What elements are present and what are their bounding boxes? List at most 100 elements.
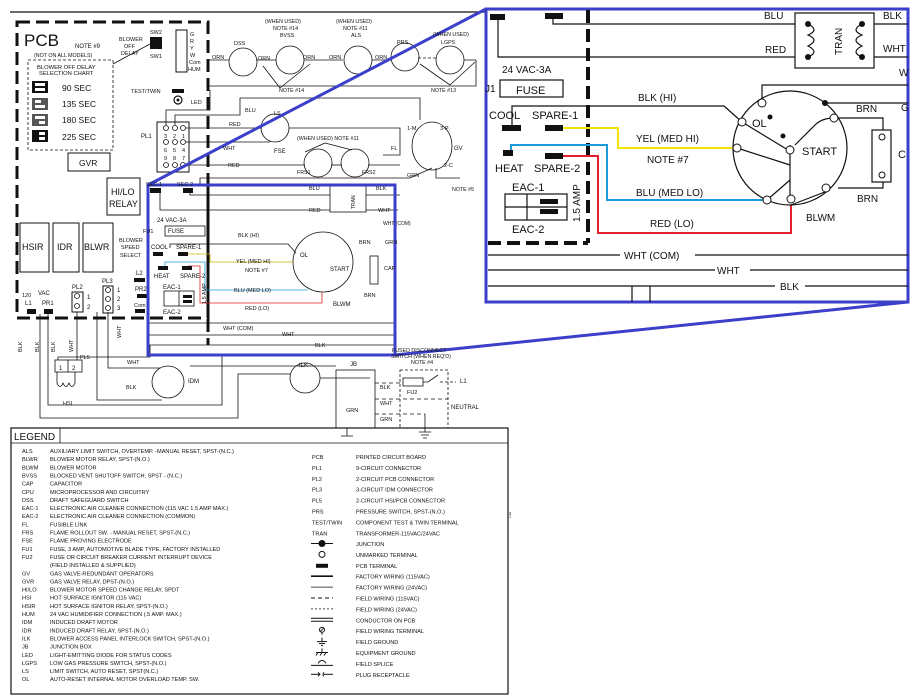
legend-desc: BLOWER ACCESS PANEL INTERLOCK SWITCH, SP… <box>50 636 210 642</box>
diagram-label: HUM <box>188 67 201 73</box>
zoom-label: BRN <box>856 104 877 115</box>
diagram-label: WHT (COM) <box>223 326 254 332</box>
zoom-label: TRAN <box>834 28 845 55</box>
legend-desc: BLOWER MOTOR SPEED CHANGE RELAY, SPDT <box>50 588 180 594</box>
diagram-label: 3 <box>164 134 167 140</box>
zoom-label: 1.5 AMP <box>572 184 583 222</box>
legend-abbr: HUM <box>22 612 35 618</box>
legend-desc: GAS VALVE-REDUNDANT OPERATORS <box>50 571 154 577</box>
diagram-label: SEC-2 <box>177 182 193 188</box>
diagram-label: BLK <box>51 341 57 352</box>
diagram-label: GVR <box>79 158 97 168</box>
diagram-label: BLU <box>309 186 320 192</box>
diagram-label: R <box>190 39 194 45</box>
legend-desc: DRAFT SAFEGUARD SWITCH <box>50 498 129 504</box>
legend-abbr: EAC-2 <box>22 514 38 520</box>
diagram-label: FSE <box>274 149 286 155</box>
plug-receptacle-icon <box>311 671 333 677</box>
legend-desc: ELECTRONIC AIR CLEANER CONNECTION (COMMO… <box>50 514 195 520</box>
legend-desc: LOW GAS PRESSURE SWITCH, SPST-(N.O.) <box>50 661 167 667</box>
zoom-label: YEL (MED HI) <box>636 134 699 145</box>
legend-symbol-desc: FIELD SPLICE <box>356 662 394 668</box>
legend-abbr: BLWM <box>22 465 39 471</box>
zoom-connector-bottom <box>394 300 909 357</box>
diagram-label: LS <box>274 111 281 117</box>
diagram-label: 1 <box>182 134 185 140</box>
diagram-label: SW1 <box>150 54 162 60</box>
legend-abbr: GV <box>22 571 30 577</box>
legend-symbol-desc: PCB TERMINAL <box>356 564 397 570</box>
diagram-label: YEL (MED HI) <box>236 259 271 265</box>
diagram-label: PL3 <box>102 279 113 285</box>
field-ground-icon <box>317 637 327 647</box>
diagram-label: L2 <box>136 271 143 277</box>
diagram-label: SELECT <box>120 253 142 259</box>
legend-symbol-desc: FACTORY WIRING (115VAC) <box>356 575 430 581</box>
diagram-label: BLK <box>35 341 41 352</box>
diagram-label: 2-C <box>444 163 453 169</box>
diagram-label: BLK (HI) <box>238 233 259 239</box>
legend-abbr: PL2 <box>312 477 322 483</box>
diagram-label: SW2 <box>150 30 162 36</box>
legend-desc: 24 VAC HUMIDIFIER CONNECTION (.5 AMP. MA… <box>50 612 182 618</box>
legend-desc: AUTO-RESET INTERNAL MOTOR OVERLOAD TEMP.… <box>50 677 200 683</box>
diagram-label: FU1 <box>143 229 153 235</box>
diagram-label: Com <box>134 303 146 309</box>
zoom-label: HEAT <box>495 163 524 175</box>
legend-abbr: ILK <box>22 636 31 642</box>
legend-desc: 3-CIRCUIT IDM CONNECTOR <box>356 488 433 494</box>
diagram-label: BLWR <box>84 242 110 252</box>
field-splice-icon <box>311 659 333 666</box>
legend-desc: LIGHT-EMITTING DIODE FOR STATUS CODES <box>50 653 172 659</box>
zoom-label: BLWM <box>806 213 835 224</box>
diagram-label: IDM <box>188 379 199 385</box>
legend-desc: 9-CIRCUIT CONNECTOR <box>356 466 421 472</box>
legend-desc: FUSE OR CIRCUIT BREAKER CURRENT INTERRUP… <box>50 555 212 561</box>
legend-desc: (FIELD INSTALLED & SUPPLIED) <box>50 563 136 569</box>
legend-title: LEGEND <box>14 432 55 443</box>
diagram-label: SPEED <box>121 245 140 251</box>
legend-desc: 2-CIRCUIT HSI/PCB CONNECTOR <box>356 499 445 505</box>
diagram-label: JB <box>350 362 357 368</box>
diagram-label: G <box>190 32 194 38</box>
diagram-label: WHT <box>127 360 140 366</box>
pcb-terminal-icon <box>316 563 328 568</box>
legend-abbr: PRS <box>312 510 324 516</box>
blower-detail-miniature <box>148 185 400 346</box>
diagram-label: OL <box>300 253 309 259</box>
diagram-label: ORN <box>212 55 224 61</box>
diagram-label: NOTE #11 <box>343 26 368 32</box>
diagram-label: (WHEN USED) <box>336 19 372 25</box>
diagram-label: GRN <box>346 408 358 414</box>
legend-desc: FLAME PROVING ELECTRODE <box>50 539 132 545</box>
legend-desc: LIMIT SWITCH, AUTO RESET, SPST(N.C.) <box>50 669 158 675</box>
legend-desc: INDUCED DRAFT RELAY, SPST-(N.O.) <box>50 628 149 634</box>
diagram-label: WHT (COM) <box>383 221 411 227</box>
diagram-label: 5 <box>173 148 176 154</box>
legend-abbr: FSE <box>22 539 33 545</box>
diagram-label: BLK <box>315 343 326 349</box>
diagram-label: IDR <box>57 242 73 252</box>
diagram-label: NOTE #5 <box>452 187 474 193</box>
zoom-label: BRN <box>857 194 878 205</box>
legend-abbr: IDR <box>22 628 32 634</box>
legend-desc: BLOCKED VENT SHUTOFF SWITCH, SPST - (N.C… <box>50 473 182 479</box>
legend-abbr: HSI <box>22 596 32 602</box>
diagram-label: ORN <box>303 55 315 61</box>
diagram-labels: PCB NOTE #9(NOT ON ALL MODELS)BLOWER OFF … <box>18 19 480 423</box>
zoom-label: RED <box>765 45 786 56</box>
diagram-label: PL1 <box>141 134 152 140</box>
zoom-label: SPARE-2 <box>534 163 580 175</box>
legend-desc: HOT SURFACE IGNITOR (115 VAC) <box>50 596 141 602</box>
stray-mark: ! <box>509 511 511 520</box>
diagram-label: ORN <box>329 55 341 61</box>
diagram-label: 3 <box>117 306 121 312</box>
diagram-label: LGPS <box>441 40 456 46</box>
diagram-label: NOTE #7 <box>245 268 268 274</box>
pl2-connector <box>71 291 84 313</box>
diagram-label: DSS <box>234 41 246 47</box>
legend-abbr: PL5 <box>312 499 322 505</box>
diagram-label: RED (LO) <box>245 306 269 312</box>
diagram-label: 1.5 AMP <box>202 283 208 304</box>
zoom-label: OL <box>752 118 767 130</box>
